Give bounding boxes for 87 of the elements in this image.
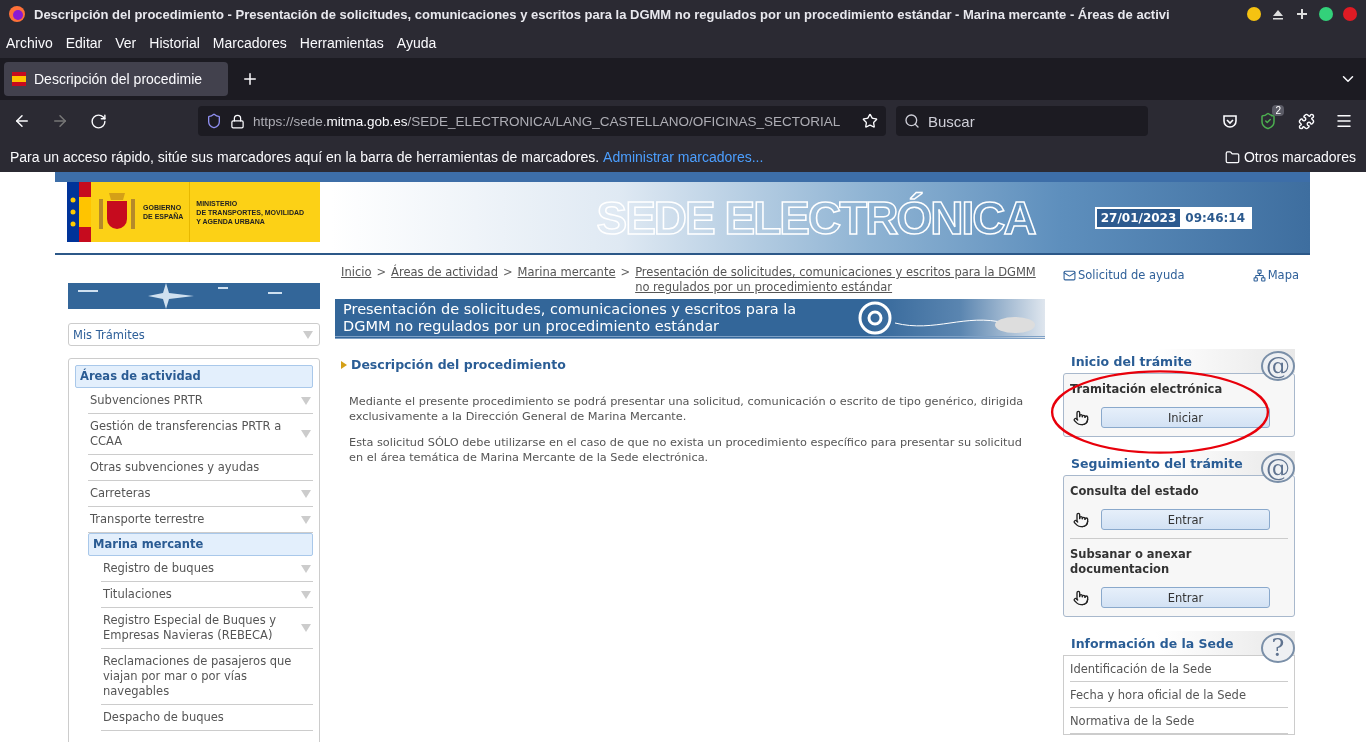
action-label: Consulta del estado (1070, 484, 1200, 499)
maximize-icon[interactable] (1318, 6, 1334, 22)
breadcrumb-link[interactable]: Inicio (341, 265, 372, 280)
menu-item[interactable]: Editar (65, 35, 103, 51)
shield-icon (206, 113, 222, 129)
menu-item[interactable]: Ver (115, 35, 137, 51)
description-paragraph: Esta solicitud SÓLO debe utilizarse en el caso de que no exista un procedimiento específico para presentar su solicitud en el área temática de Marina Mercante de la Sede electrónica. (349, 435, 1023, 465)
section-title: Información de la Sede (1071, 636, 1234, 651)
action-label: Subsanar o anexar documentacion (1070, 547, 1193, 577)
site-map-link[interactable]: Mapa (1252, 268, 1299, 282)
expand-caret-icon (301, 515, 311, 524)
breadcrumb-separator: > (620, 265, 631, 280)
menu-item[interactable]: Archivo (6, 35, 53, 51)
tree-item[interactable]: Gestión de transferencias PRTR a CCAA (88, 414, 313, 455)
hand-pointer-icon (1073, 409, 1089, 426)
info-link[interactable]: Normativa de la Sede (1070, 708, 1288, 734)
manage-bookmarks-link[interactable]: Administrar marcadores... (603, 149, 764, 165)
tree-item[interactable]: Marina mercante (88, 533, 313, 556)
expand-caret-icon (301, 590, 311, 599)
lock-icon (230, 113, 245, 129)
mail-icon (1063, 268, 1076, 282)
expand-caret-icon (301, 624, 311, 632)
tree-item[interactable]: Subvenciones PRTR (88, 388, 313, 414)
hand-pointer-icon (1073, 511, 1089, 528)
section-title: Inicio del trámite (1071, 354, 1192, 369)
bookmark-star-icon[interactable] (862, 113, 878, 129)
section-title: Seguimiento del trámite (1071, 456, 1243, 471)
breadcrumb-separator: > (376, 265, 387, 280)
tree-item[interactable]: Áreas de actividad (75, 365, 313, 388)
menu-item[interactable]: Historial (149, 35, 200, 51)
browser-tab[interactable]: Descripción del procedimie (4, 62, 228, 96)
tree-item[interactable]: Registro Especial de Buques y Empresas Navieras (REBECA) (101, 608, 313, 649)
sitemap-icon (1252, 268, 1266, 282)
info-link[interactable]: Identificación de la Sede (1070, 656, 1288, 682)
action-button[interactable]: Entrar (1101, 587, 1270, 608)
breadcrumb-link[interactable]: Áreas de actividad (391, 265, 498, 280)
section-badge: ? (1261, 633, 1295, 663)
action-label: Tramitación electrónica (1070, 382, 1224, 397)
expand-caret-icon (301, 564, 311, 573)
expand-caret-icon (301, 430, 311, 438)
caret-icon (303, 330, 313, 339)
flag-favicon-icon (12, 72, 26, 86)
plus-icon[interactable] (1294, 6, 1310, 22)
banner-title: SEDE ELECTRÓNICA (596, 190, 1035, 245)
section-badge: @ (1261, 351, 1295, 381)
address-field[interactable]: https://sede.mitma.gob.es/SEDE_ELECTRONICA/LANG_CASTELLANO/OFICINAS_SECTORIAL (198, 106, 886, 136)
tree-item[interactable]: Despacho de buques (101, 705, 313, 731)
bookmarks-hint: Para un acceso rápido, sitúe sus marcadores aquí en la barra de herramientas de marcadores. (10, 149, 600, 165)
section-badge: @ (1261, 453, 1295, 483)
window-title: Descripción del procedimiento - Presentación de solicitudes, comunicaciones y escritos para la DGMM no regulados por un procedimiento estándar - Marina mercante - Áreas de activi (34, 6, 1171, 22)
close-icon[interactable] (1342, 6, 1358, 22)
minimize-icon[interactable] (1246, 6, 1262, 22)
action-button[interactable]: Iniciar (1101, 407, 1270, 428)
help-request-link[interactable]: Solicitud de ayuda (1063, 268, 1185, 282)
extension-badge: 2 (1272, 105, 1284, 116)
expand-caret-icon (301, 489, 311, 498)
other-bookmarks[interactable]: Otros marcadores (1243, 149, 1356, 165)
procedures-dropdown[interactable]: Mis Trámites (68, 323, 320, 346)
eu-flag-drawing (67, 182, 91, 242)
expand-caret-icon (301, 396, 311, 405)
breadcrumb-link[interactable]: Presentación de solicitudes, comunicaciones y escritos para la DGMM no regulados por un procedimiento estándar (635, 265, 1039, 295)
menu-item[interactable]: Herramientas (299, 35, 384, 51)
description-paragraph: Mediante el presente procedimiento se podrá presentar una solicitud, comunicación o escrito de tipo genérico, dirigida exclusivamente a la Dirección General de Marina Mercante. (349, 394, 1025, 424)
search-icon (904, 113, 920, 129)
shield-check-icon (1259, 112, 1277, 130)
tree-item[interactable]: Titulaciones (101, 582, 313, 608)
action-button[interactable]: Entrar (1101, 509, 1270, 530)
info-link[interactable]: Fecha y hora oficial de la Sede (1070, 682, 1288, 708)
extension-shield-icon[interactable]: 2 (1254, 107, 1282, 135)
tree-item[interactable]: Otras subvenciones y ayudas (88, 455, 313, 481)
hand-pointer-icon (1073, 589, 1089, 606)
date-text: 27/01/2023 (1096, 208, 1181, 227)
section-heading: Descripción del procedimiento (351, 357, 566, 372)
url-text: https://sede.mitma.gob.es/SEDE_ELECTRONICA/LANG_CASTELLANO/OFICINAS_SECTORIAL (253, 113, 842, 129)
search-field[interactable]: Buscar (896, 106, 1148, 136)
menu-item[interactable]: Ayuda (396, 35, 437, 51)
breadcrumb-separator: > (502, 265, 513, 280)
folder-icon (1224, 149, 1240, 165)
tree-item[interactable]: Reclamaciones de pasajeros que viajan por mar o por vías navegables (101, 649, 313, 705)
tree-item[interactable]: Carreteras (88, 481, 313, 507)
bullet-icon (341, 360, 347, 369)
breadcrumb-link[interactable]: Marina mercante (517, 265, 616, 280)
browser-logo-icon (8, 5, 26, 23)
tree-item[interactable]: Registro de buques (101, 556, 313, 582)
menu-item[interactable]: Marcadores (212, 35, 287, 51)
procedure-title: Presentación de solicitudes, comunicaciones y escritos para la DGMM no regulados por un procedimiento estándar (342, 300, 798, 335)
time-text: 09:46:14 (1184, 209, 1246, 227)
